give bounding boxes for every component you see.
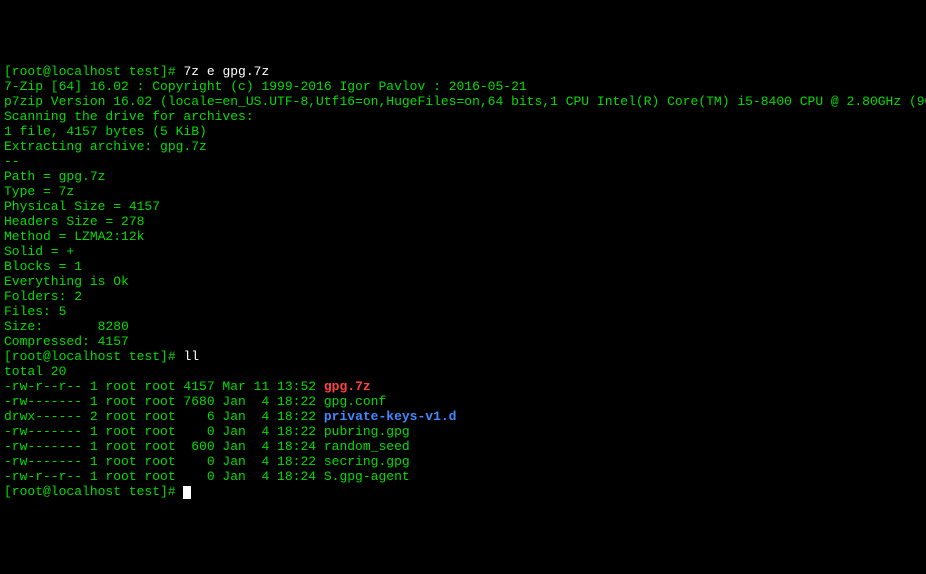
output-line: Everything is Ok: [4, 274, 922, 289]
shell-prompt: [root@localhost test]#: [4, 484, 183, 499]
output-line: Path = gpg.7z: [4, 169, 922, 184]
directory-name: private-keys-v1.d: [324, 409, 457, 424]
prompt-line-2: [root@localhost test]# ll: [4, 349, 922, 364]
output-line: Physical Size = 4157: [4, 199, 922, 214]
file-meta: drwx------ 2 root root 6 Jan 4 18:22: [4, 409, 324, 424]
ls-row: -rw------- 1 root root 0 Jan 4 18:22 sec…: [4, 454, 922, 469]
output-line: p7zip Version 16.02 (locale=en_US.UTF-8,…: [4, 94, 922, 109]
prompt-line-3[interactable]: [root@localhost test]#: [4, 484, 922, 499]
output-line: total 20: [4, 364, 922, 379]
cursor: [183, 486, 191, 499]
prompt-line-1: [root@localhost test]# 7z e gpg.7z: [4, 64, 922, 79]
output-line: --: [4, 154, 922, 169]
output-line: Size: 8280: [4, 319, 922, 334]
output-line: Scanning the drive for archives:: [4, 109, 922, 124]
output-line: Solid = +: [4, 244, 922, 259]
output-line: Compressed: 4157: [4, 334, 922, 349]
output-line: 1 file, 4157 bytes (5 KiB): [4, 124, 922, 139]
output-line: Folders: 2: [4, 289, 922, 304]
command-text: ll: [183, 349, 199, 364]
ls-row: drwx------ 2 root root 6 Jan 4 18:22 pri…: [4, 409, 922, 424]
shell-prompt: [root@localhost test]#: [4, 64, 183, 79]
ls-row: -rw------- 1 root root 600 Jan 4 18:24 r…: [4, 439, 922, 454]
ls-row: -rw------- 1 root root 7680 Jan 4 18:22 …: [4, 394, 922, 409]
file-meta: -rw-r--r-- 1 root root 4157 Mar 11 13:52: [4, 379, 324, 394]
output-line: Blocks = 1: [4, 259, 922, 274]
ls-row: -rw-r--r-- 1 root root 0 Jan 4 18:24 S.g…: [4, 469, 922, 484]
output-line: 7-Zip [64] 16.02 : Copyright (c) 1999-20…: [4, 79, 922, 94]
shell-prompt: [root@localhost test]#: [4, 349, 183, 364]
command-text: 7z e gpg.7z: [183, 64, 269, 79]
terminal-output[interactable]: [root@localhost test]# 7z e gpg.7z7-Zip …: [4, 64, 922, 499]
output-line: Method = LZMA2:12k: [4, 229, 922, 244]
output-line: Files: 5: [4, 304, 922, 319]
archive-filename: gpg.7z: [324, 379, 371, 394]
output-line: Type = 7z: [4, 184, 922, 199]
ls-row: -rw------- 1 root root 0 Jan 4 18:22 pub…: [4, 424, 922, 439]
output-line: Extracting archive: gpg.7z: [4, 139, 922, 154]
ls-row: -rw-r--r-- 1 root root 4157 Mar 11 13:52…: [4, 379, 922, 394]
output-line: Headers Size = 278: [4, 214, 922, 229]
